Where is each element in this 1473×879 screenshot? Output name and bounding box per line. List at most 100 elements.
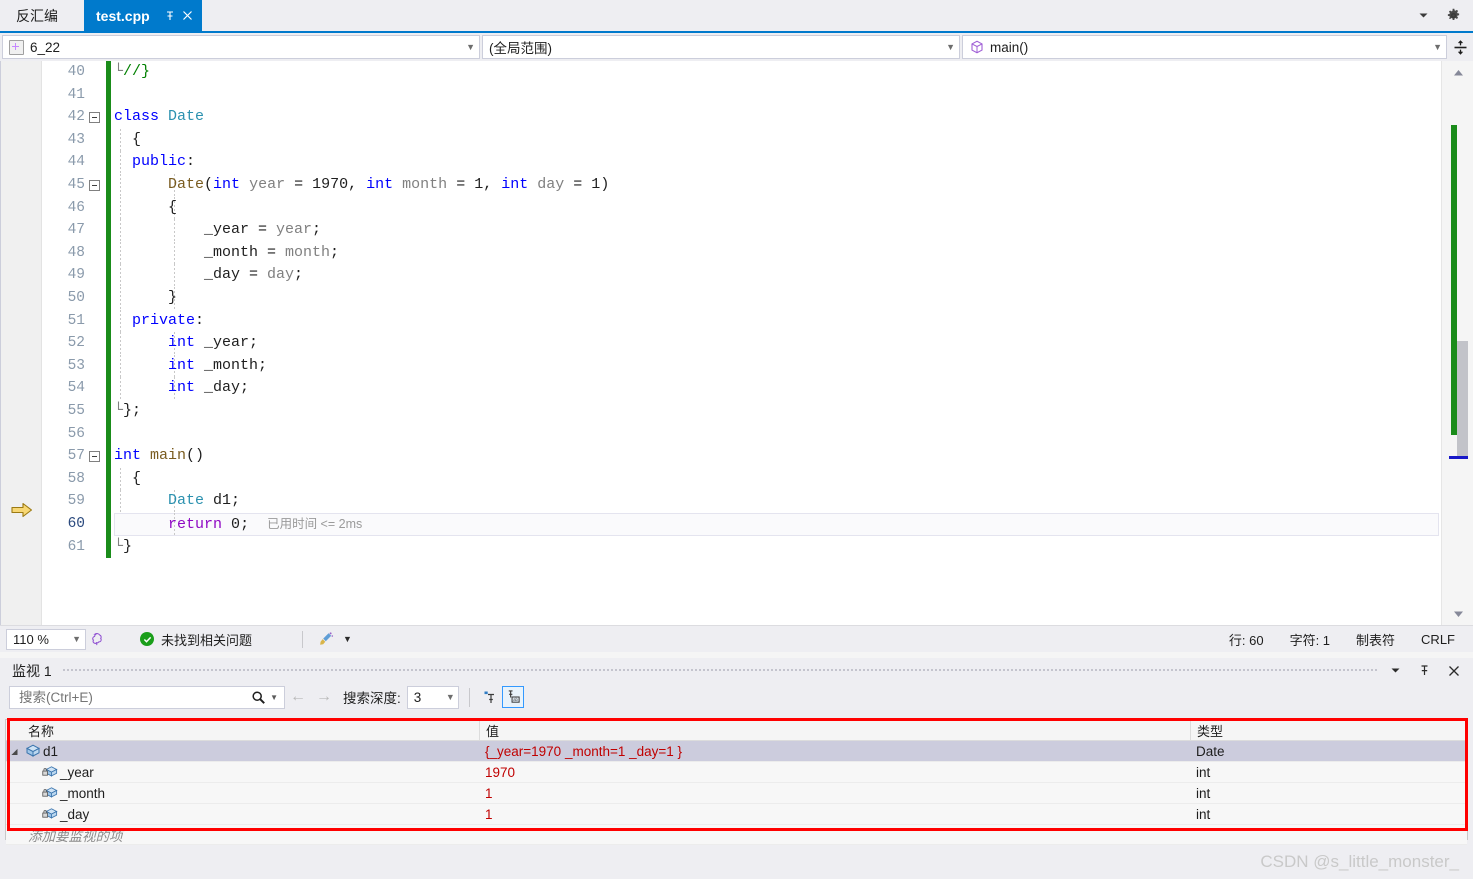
- watch-row-value[interactable]: {_year=1970 _month=1 _day=1 }: [479, 744, 1190, 759]
- table-row[interactable]: ◢ d1 {_year=1970 _month=1 _day=1 } Date: [6, 741, 1467, 762]
- search-previous-icon[interactable]: ←: [285, 688, 311, 706]
- chevron-down-icon[interactable]: ▼: [1425, 42, 1442, 52]
- code-cleanup-icon[interactable]: [315, 631, 337, 647]
- watch-row-name-cell[interactable]: _month: [6, 786, 479, 801]
- chevron-down-icon[interactable]: ▼: [446, 692, 455, 702]
- code-editor[interactable]: 40 └//} 41 42 class Date 43 {44 public:…: [0, 61, 1473, 625]
- split-view-icon[interactable]: [1449, 35, 1471, 59]
- code-line: 51 private:: [42, 309, 1441, 333]
- pin-tool-icon[interactable]: [480, 686, 502, 708]
- line-number: 42: [67, 109, 85, 126]
- change-bar: [106, 422, 111, 446]
- close-icon[interactable]: [180, 8, 196, 24]
- column-header-value[interactable]: 值: [479, 720, 1190, 740]
- private-field-icon: [40, 807, 60, 821]
- add-watch-item-row[interactable]: 添加要监视的项: [6, 825, 1467, 845]
- issues-indicator[interactable]: 未找到相关问题: [140, 630, 252, 649]
- change-bar: [106, 106, 111, 129]
- search-icon[interactable]: [250, 690, 267, 705]
- scroll-down-icon[interactable]: [1450, 605, 1467, 622]
- line-number: 59: [67, 493, 85, 510]
- search-input-wrapper[interactable]: ▼: [9, 685, 285, 709]
- code-cleanup-control[interactable]: ▼: [315, 631, 352, 647]
- watch-row-type: int: [1196, 806, 1211, 822]
- pin-ab-tool-icon[interactable]: ab: [501, 686, 524, 708]
- code-line: 53 int _month;: [42, 354, 1441, 378]
- chevron-down-icon[interactable]: ▼: [458, 42, 475, 52]
- fold-toggle-icon[interactable]: [89, 451, 100, 463]
- chevron-down-icon[interactable]: [1388, 663, 1403, 678]
- chevron-down-icon[interactable]: [1415, 8, 1431, 24]
- table-row[interactable]: _day 1 int: [6, 804, 1467, 825]
- code-line: 56: [42, 422, 1441, 446]
- line-number: 54: [67, 380, 85, 397]
- code-line: 40 └//}: [42, 61, 1441, 84]
- scrollbar-track[interactable]: [1449, 83, 1468, 603]
- column-indicator: 字符: 1: [1289, 632, 1331, 648]
- table-row[interactable]: _month 1 int: [6, 783, 1467, 804]
- change-bar: [106, 309, 111, 333]
- status-bar-right: 行: 60 字符: 1 制表符 CRLF: [1229, 630, 1473, 649]
- code-line-text: └//}: [114, 63, 151, 80]
- line-number: 56: [67, 425, 85, 442]
- fold-toggle-icon[interactable]: [89, 180, 100, 191]
- watch-row-value[interactable]: 1: [479, 786, 1190, 801]
- code-line-text: int main(): [114, 447, 205, 465]
- watch-row-name: d1: [43, 743, 59, 759]
- search-depth-label: 搜索深度:: [343, 691, 401, 706]
- column-header-type[interactable]: 类型: [1190, 720, 1467, 740]
- chevron-down-icon[interactable]: ▼: [72, 634, 81, 644]
- chevron-down-icon[interactable]: ▼: [343, 634, 352, 644]
- watch-row-value[interactable]: 1: [479, 807, 1190, 822]
- code-line: 45 Date(int year = 1970, int month = 1, …: [42, 174, 1441, 197]
- editor-vertical-scrollbar[interactable]: [1441, 61, 1473, 625]
- pin-icon[interactable]: [1417, 663, 1432, 678]
- scope-dropdown-label: (全局范围): [489, 41, 552, 56]
- code-line: 48 _month = month;: [42, 241, 1441, 265]
- svg-text:ab: ab: [513, 697, 518, 702]
- scroll-up-icon[interactable]: [1450, 64, 1467, 81]
- member-dropdown[interactable]: main() ▼: [962, 35, 1447, 59]
- chevron-down-icon[interactable]: ▼: [938, 42, 955, 52]
- tab-test-cpp[interactable]: test.cpp: [84, 0, 202, 31]
- tab-test-cpp-label: test.cpp: [96, 7, 150, 24]
- search-depth-dropdown[interactable]: 3 ▼: [406, 685, 459, 709]
- scope-dropdown[interactable]: (全局范围) ▼: [482, 35, 960, 59]
- pin-icon[interactable]: [162, 8, 178, 24]
- change-bar: [106, 490, 111, 513]
- watch-panel-buttons: [1388, 663, 1473, 678]
- editor-tab-strip: 反汇编 test.cpp: [0, 0, 1473, 31]
- column-header-name[interactable]: 名称: [6, 721, 479, 740]
- search-input[interactable]: [17, 688, 251, 706]
- scrollbar-thumb[interactable]: [1457, 341, 1468, 459]
- scrollbar-current-line-marker: [1449, 456, 1468, 459]
- line-number: 41: [67, 86, 85, 103]
- fold-toggle-icon[interactable]: [89, 112, 100, 124]
- gear-icon[interactable]: [1445, 8, 1461, 24]
- change-bar: [106, 400, 111, 423]
- tab-disassembly[interactable]: 反汇编: [0, 0, 84, 31]
- code-line-text: class Date: [114, 108, 205, 126]
- line-number: 45: [67, 177, 85, 193]
- code-line: 47 _year = year;: [42, 219, 1441, 242]
- line-number: 58: [67, 470, 85, 487]
- zoom-level-dropdown[interactable]: 110 % ▼: [6, 628, 86, 650]
- search-options-chevron-icon[interactable]: ▼: [267, 693, 281, 702]
- watch-row-name-cell[interactable]: ◢ d1: [6, 744, 479, 759]
- search-next-icon[interactable]: →: [311, 688, 337, 706]
- project-dropdown[interactable]: 6_22 ▼: [2, 35, 480, 59]
- watch-row-name-cell[interactable]: _day: [6, 807, 479, 822]
- code-text-area[interactable]: 40 └//} 41 42 class Date 43 {44 public:…: [42, 61, 1441, 625]
- watch-grid[interactable]: 名称 值 类型 ◢ d1 {_year=1970 _month=1 _day=1…: [5, 719, 1468, 845]
- eol-indicator: CRLF: [1421, 631, 1455, 647]
- drag-handle[interactable]: [61, 668, 1378, 673]
- close-icon[interactable]: [1446, 663, 1461, 678]
- watch-row-value[interactable]: 1970: [479, 765, 1190, 780]
- intellicode-icon[interactable]: [86, 632, 108, 647]
- breakpoint-gutter[interactable]: [1, 61, 42, 625]
- code-line: 42 class Date: [42, 106, 1441, 129]
- editor-status-bar: 110 % ▼ 未找到相关问题 ▼ 行: 60 字符: 1 制表符 CRLF: [0, 625, 1473, 652]
- watch-row-name-cell[interactable]: _year: [6, 765, 479, 780]
- expander-icon[interactable]: ◢: [6, 747, 23, 756]
- table-row[interactable]: _year 1970 int: [6, 762, 1467, 783]
